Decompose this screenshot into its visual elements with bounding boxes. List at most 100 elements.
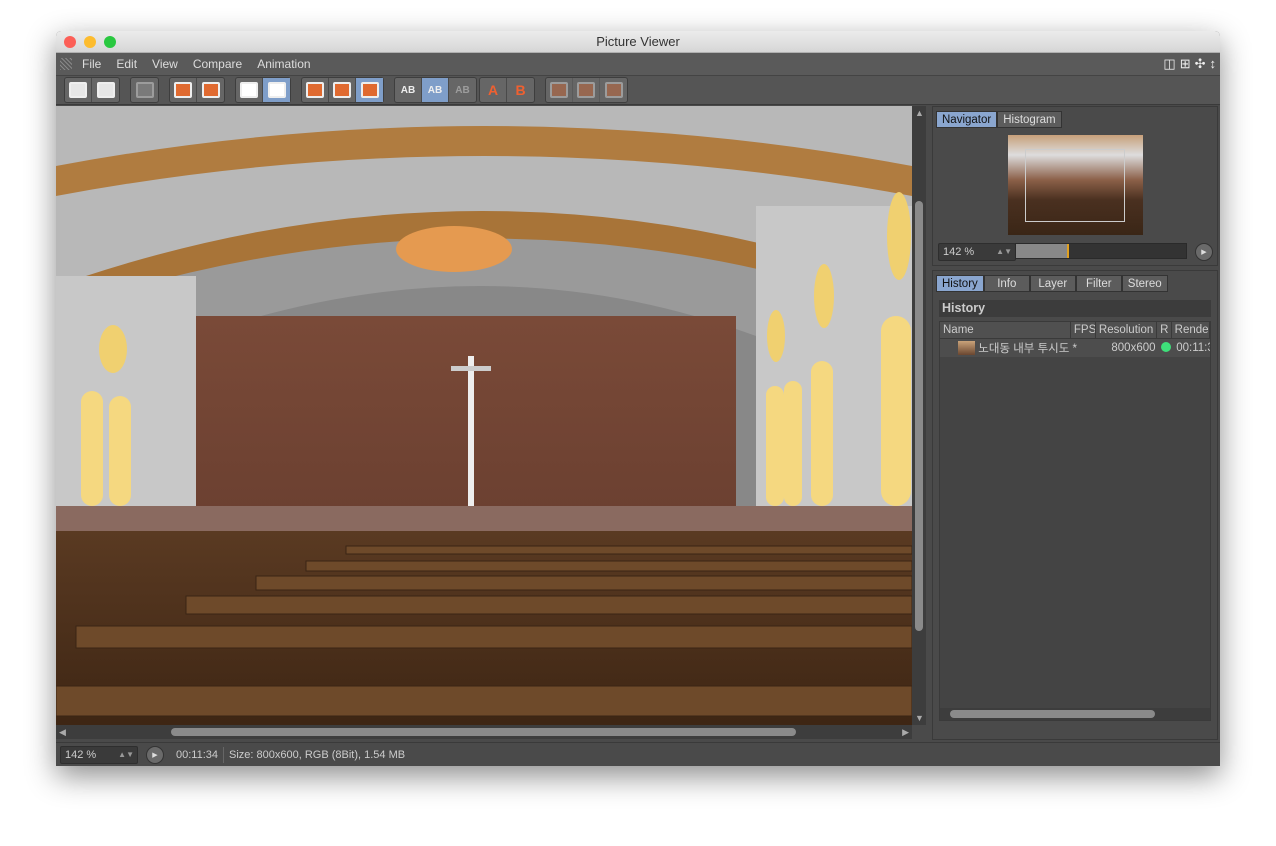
- zoom-slider-handle[interactable]: [1067, 244, 1069, 258]
- view-a-button[interactable]: [302, 78, 329, 102]
- status-dot-icon: [1161, 341, 1172, 352]
- clear-cache-icon: [267, 82, 286, 98]
- tab-navigator[interactable]: Navigator: [936, 111, 998, 128]
- set-b-icon: B: [515, 82, 526, 98]
- layout-3-icon: [604, 82, 623, 98]
- navigator-thumbnail[interactable]: [1008, 135, 1143, 235]
- open-button[interactable]: [65, 78, 92, 102]
- menu-view[interactable]: View: [152, 57, 178, 71]
- vertical-scroll-thumb[interactable]: [915, 201, 923, 631]
- export-icon: [201, 82, 220, 98]
- history-title: History: [939, 300, 1211, 317]
- toolbar: AB AB AB A B: [56, 75, 1220, 105]
- render-region-button[interactable]: [131, 78, 158, 102]
- ab-split-icon: AB: [427, 84, 443, 96]
- col-render-time[interactable]: Render Time: [1172, 322, 1210, 338]
- toolbar-group: [130, 77, 159, 103]
- ab-side-icon: AB: [400, 84, 416, 96]
- navigator-view-rect[interactable]: [1025, 149, 1125, 222]
- zoom-slider[interactable]: [1015, 243, 1187, 259]
- row-render-time: 00:11:34: [1176, 342, 1210, 354]
- tab-stereo[interactable]: Stereo: [1121, 275, 1168, 292]
- view-compare-icon: [360, 82, 379, 98]
- toolbar-group: [64, 77, 120, 103]
- tab-info[interactable]: Info: [983, 275, 1030, 292]
- scroll-left-icon[interactable]: ◀: [59, 727, 66, 738]
- navigator-zoom-field[interactable]: 142 % ▲▼: [938, 243, 1016, 261]
- navigator-play-button[interactable]: ▶: [1195, 243, 1213, 261]
- side-panel: Navigator Histogram 142 % ▲▼ ▶ History In…: [930, 106, 1220, 742]
- layout-2-icon: [577, 82, 595, 98]
- tab-layer[interactable]: Layer: [1029, 275, 1076, 292]
- import-sequence-button[interactable]: [170, 78, 197, 102]
- history-scroll-thumb[interactable]: [950, 710, 1155, 718]
- layout-icon[interactable]: ◫: [1163, 56, 1175, 72]
- status-play-button[interactable]: ▶: [146, 745, 164, 764]
- image-viewport[interactable]: [56, 106, 912, 725]
- view-a-icon: [306, 82, 324, 98]
- stepper-icon[interactable]: ▲▼: [118, 747, 134, 763]
- zoom-button[interactable]: [104, 36, 116, 48]
- history-hscrollbar[interactable]: [940, 708, 1210, 720]
- scroll-up-icon[interactable]: ▲: [915, 108, 924, 118]
- resize-icon[interactable]: ↕: [1210, 56, 1217, 72]
- view-b-button[interactable]: [329, 78, 356, 102]
- set-a-button[interactable]: A: [480, 78, 507, 102]
- ab-diff-icon: AB: [455, 84, 470, 96]
- history-table: Name FPS Resolution R Render Time 노대동 내부…: [939, 321, 1211, 721]
- tab-histogram[interactable]: Histogram: [997, 111, 1062, 128]
- tab-history[interactable]: History: [936, 275, 984, 292]
- table-row[interactable]: 노대동 내부 투시도 * 800x600 00:11:34: [940, 339, 1210, 357]
- horizontal-scrollbar[interactable]: ◀ ▶: [56, 725, 912, 739]
- rendered-image: [56, 106, 912, 725]
- status-zoom-value: 142 %: [65, 748, 97, 761]
- scroll-right-icon[interactable]: ▶: [902, 727, 909, 738]
- thumbnail-image: [958, 341, 976, 355]
- tab-filter[interactable]: Filter: [1075, 275, 1122, 292]
- menu-file[interactable]: File: [82, 57, 101, 71]
- import-sequence-icon: [174, 82, 192, 98]
- menu-edit[interactable]: Edit: [116, 57, 137, 71]
- layout-2-button[interactable]: [573, 78, 600, 102]
- picture-viewer-window: Picture Viewer File Edit View Compare An…: [56, 31, 1220, 766]
- ab-split-button[interactable]: AB: [422, 78, 449, 102]
- new-panel-icon[interactable]: ⊞: [1180, 56, 1191, 72]
- move-icon[interactable]: ✣: [1195, 56, 1206, 72]
- save-icon: [96, 82, 115, 98]
- export-button[interactable]: [197, 78, 224, 102]
- render-region-icon: [135, 82, 154, 98]
- col-name[interactable]: Name: [940, 322, 1071, 338]
- clear-cache-button[interactable]: [263, 78, 290, 102]
- set-a-icon: A: [487, 82, 499, 98]
- minimize-button[interactable]: [84, 36, 96, 48]
- col-resolution[interactable]: Resolution: [1096, 322, 1158, 338]
- toolbar-group: [169, 77, 225, 103]
- view-compare-button[interactable]: [356, 78, 383, 102]
- menu-compare[interactable]: Compare: [193, 57, 242, 71]
- layout-1-icon: [550, 82, 568, 98]
- col-r[interactable]: R: [1157, 322, 1172, 338]
- scroll-down-icon[interactable]: ▼: [915, 713, 924, 723]
- vertical-scrollbar[interactable]: ▲ ▼: [912, 106, 926, 725]
- layout-1-button[interactable]: [546, 78, 573, 102]
- ab-diff-button[interactable]: AB: [449, 78, 476, 102]
- status-zoom-field[interactable]: 142 % ▲▼: [60, 745, 138, 764]
- table-header: Name FPS Resolution R Render Time: [940, 322, 1210, 339]
- horizontal-scroll-thumb[interactable]: [171, 728, 796, 736]
- layout-3-button[interactable]: [600, 78, 627, 102]
- ab-side-button[interactable]: AB: [395, 78, 422, 102]
- toolbar-group: [235, 77, 291, 103]
- col-fps[interactable]: FPS: [1071, 322, 1096, 338]
- toolbar-group: AB: [479, 77, 535, 103]
- close-button[interactable]: [64, 36, 76, 48]
- save-button[interactable]: [92, 78, 119, 102]
- menu-bar: File Edit View Compare Animation ◫ ⊞ ✣ ↕: [56, 53, 1220, 75]
- status-time: 00:11:34: [176, 748, 219, 761]
- stepper-icon[interactable]: ▲▼: [996, 244, 1012, 260]
- set-b-button[interactable]: B: [507, 78, 534, 102]
- toolbar-group: [545, 77, 628, 103]
- delete-button[interactable]: [236, 78, 263, 102]
- title-bar: Picture Viewer: [56, 31, 1220, 53]
- menu-animation[interactable]: Animation: [257, 57, 310, 71]
- status-bar: 142 % ▲▼ ▶ 00:11:34 Size: 800x600, RGB (8…: [56, 742, 1220, 766]
